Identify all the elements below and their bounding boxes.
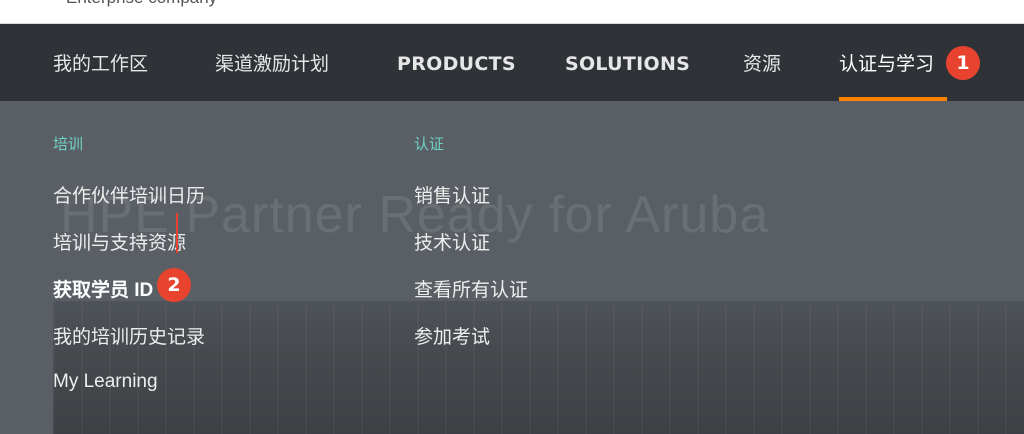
nav-item-solutions[interactable]: SOLUTIONS [565,24,690,101]
annotation-pointer-line [176,213,178,253]
nav-item-my-workspace[interactable]: 我的工作区 [53,24,148,101]
company-tagline: Enterprise company [66,0,217,8]
nav-item-channel-incentives[interactable]: 渠道激励计划 [215,24,329,101]
link-partner-training-calendar[interactable]: 合作伙伴培训日历 [53,181,205,208]
nav-item-certification-learning[interactable]: 认证与学习 [839,24,934,101]
link-get-learner-id[interactable]: 获取学员 ID [53,275,153,302]
background-photo [53,301,1024,434]
link-technical-certification[interactable]: 技术认证 [414,228,490,255]
link-my-learning[interactable]: My Learning [53,371,158,393]
mega-menu-dropdown: HPE Partner Ready for Aruba 培训 合作伙伴培训日历 … [0,101,1024,434]
annotation-badge-2: 2 [157,268,191,302]
link-training-support-resources[interactable]: 培训与支持资源 [53,228,186,255]
link-view-all-certifications[interactable]: 查看所有认证 [414,275,528,302]
top-header-strip: Enterprise company [0,0,1024,24]
nav-item-products[interactable]: PRODUCTS [397,24,516,101]
training-heading: 培训 [53,135,84,153]
link-sales-certification[interactable]: 销售认证 [414,181,490,208]
certification-heading: 认证 [414,135,445,153]
link-take-exam[interactable]: 参加考试 [414,322,490,349]
nav-item-resources[interactable]: 资源 [743,24,781,101]
link-training-history[interactable]: 我的培训历史记录 [53,322,205,349]
annotation-badge-1: 1 [946,46,980,80]
main-navbar: 我的工作区 渠道激励计划 PRODUCTS SOLUTIONS 资源 认证与学习… [0,24,1024,101]
